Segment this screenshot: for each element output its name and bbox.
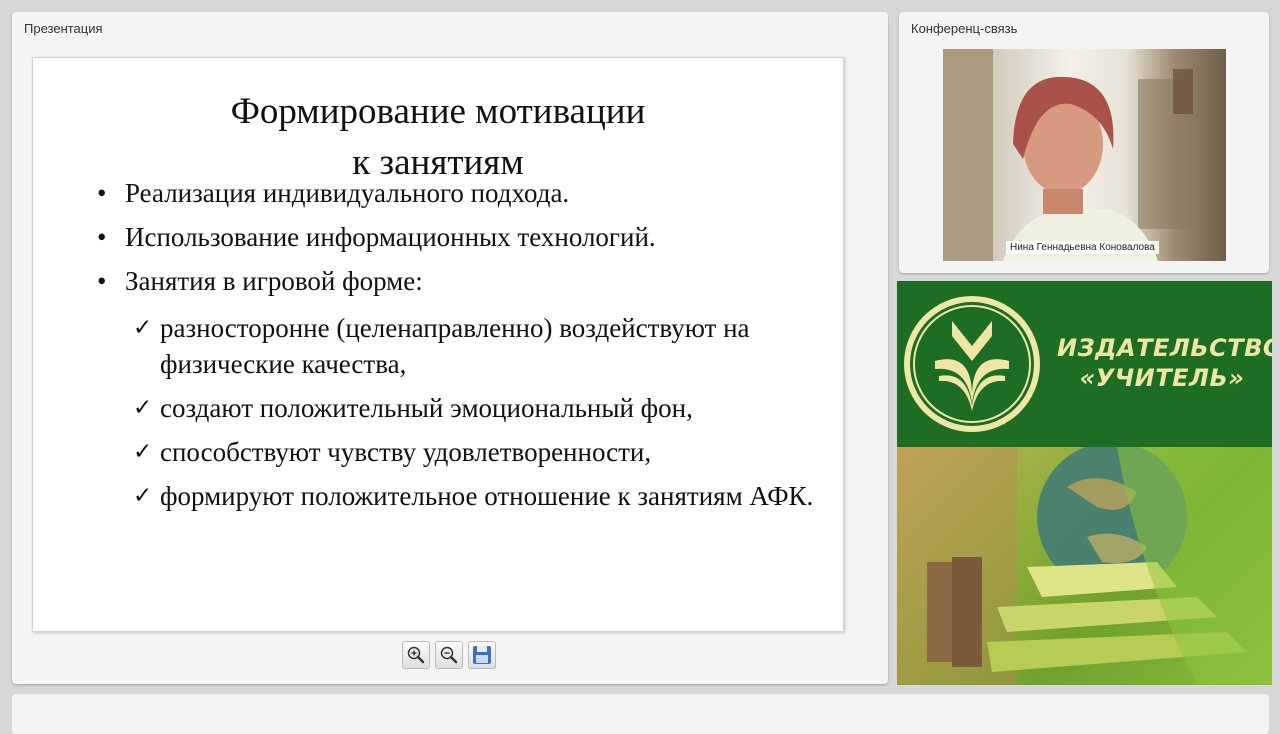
sub-bullet-item: ✓ формируют положительное отношение к за… [133, 478, 823, 514]
sub-bullet-item: ✓ разносторонне (целенаправленно) воздей… [133, 310, 823, 382]
publisher-name-line2: «УЧИТЕЛЬ» [1079, 364, 1245, 392]
bullet-text: Реализация индивидуального подхода. [125, 178, 570, 208]
speaker-name-label: Нина Геннадьевна Коновалова [1006, 241, 1159, 254]
book-emblem-icon [904, 296, 1040, 432]
zoom-in-icon [407, 646, 425, 664]
bullet-item: • Реализация индивидуального подхода. [97, 176, 827, 210]
bullet-dot: • [97, 266, 107, 296]
sub-bullet-text: разносторонне (целенаправленно) воздейст… [160, 313, 750, 379]
checkmark-icon: ✓ [133, 483, 153, 509]
banner-books-image [897, 442, 1272, 685]
bullet-dot: • [97, 222, 107, 252]
sub-bullet-text: способствуют чувству удовлетворенности, [160, 437, 652, 467]
floppy-save-icon [473, 646, 491, 664]
presentation-panel-title: Презентация [24, 21, 103, 36]
bullet-dot: • [97, 178, 107, 208]
presentation-slide: Формирование мотивации к занятиям • Реал… [32, 57, 844, 632]
save-button[interactable] [468, 641, 496, 669]
bottom-bar [12, 694, 1269, 734]
zoom-out-button[interactable] [435, 641, 463, 669]
sub-bullet-item: ✓ способствуют чувству удовлетворенности… [133, 434, 823, 470]
bullet-item: • Использование информационных технологи… [97, 220, 827, 254]
slide-title: Формирование мотивации к занятиям [33, 86, 843, 188]
sub-bullet-text: формируют положительное отношение к заня… [160, 481, 814, 511]
publisher-name-line1: ИЗДАТЕЛЬСТВО [1057, 334, 1272, 362]
presentation-panel: Презентация Формирование мотивации к зан… [12, 12, 888, 684]
sub-bullet-list: ✓ разносторонне (целенаправленно) воздей… [133, 310, 823, 522]
publisher-name: ИЗДАТЕЛЬСТВО «УЧИТЕЛЬ» [1057, 333, 1272, 393]
conference-panel-title: Конференц-связь [911, 21, 1018, 36]
bullet-list: • Реализация индивидуального подхода. • … [97, 176, 827, 308]
speaker-video-image [943, 49, 1193, 261]
sub-bullet-text: создают положительный эмоциональный фон, [160, 393, 693, 423]
conference-panel: Конференц-связь Нина Геннадьевна Коновал… [899, 12, 1269, 273]
sub-bullet-item: ✓ создают положительный эмоциональный фо… [133, 390, 823, 426]
slide-title-line1: Формирование мотивации [230, 91, 646, 132]
bullet-item: • Занятия в игровой форме: [97, 264, 827, 298]
webcam-video: Нина Геннадьевна Коновалова [943, 49, 1226, 261]
books-and-globe-image [897, 442, 1272, 685]
bullet-text: Использование информационных технологий. [125, 222, 656, 252]
checkmark-icon: ✓ [133, 439, 153, 465]
zoom-out-icon [440, 646, 458, 664]
checkmark-icon: ✓ [133, 395, 153, 421]
publisher-banner: ИЗДАТЕЛЬСТВО «УЧИТЕЛЬ» [897, 281, 1272, 685]
zoom-in-button[interactable] [402, 641, 430, 669]
banner-header: ИЗДАТЕЛЬСТВО «УЧИТЕЛЬ» [897, 281, 1272, 447]
bullet-text: Занятия в игровой форме: [125, 266, 423, 296]
checkmark-icon: ✓ [133, 315, 153, 341]
